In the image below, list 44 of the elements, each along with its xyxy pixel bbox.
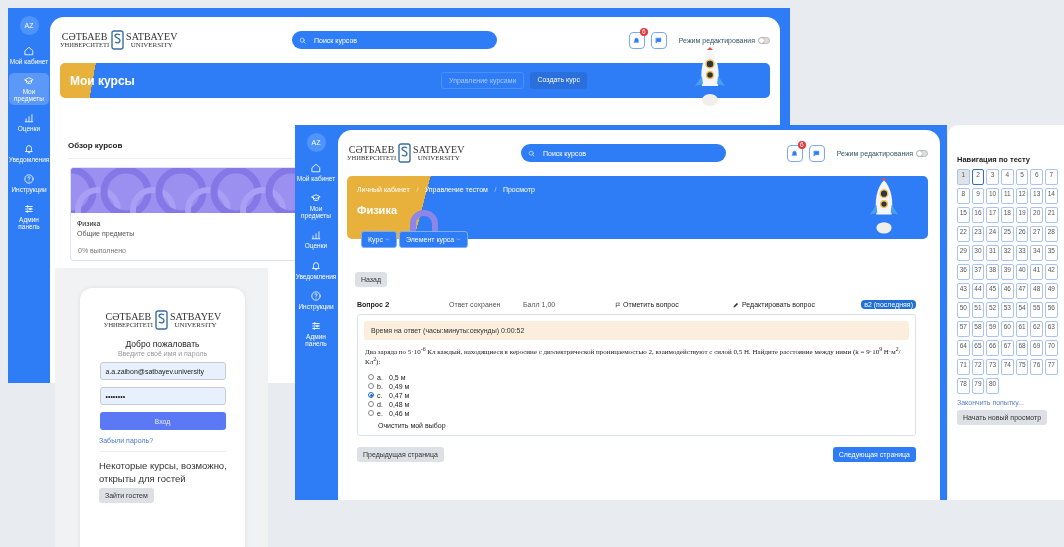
bell-icon (791, 149, 799, 157)
sliders-icon (311, 320, 321, 331)
question-circle-icon (24, 173, 34, 184)
chevron-down-icon (384, 237, 390, 242)
slash-icon (414, 186, 420, 193)
graduation-cap-icon (311, 193, 321, 204)
search-icon (299, 36, 306, 44)
slash-icon (492, 186, 498, 193)
bell-icon (633, 36, 641, 44)
pencil-icon (733, 301, 739, 308)
chevron-down-icon (456, 237, 462, 242)
shield-logo-icon (154, 310, 168, 330)
shield-logo-icon (111, 30, 125, 50)
logo-text: SATBAYEV (126, 31, 178, 42)
home-icon (24, 46, 34, 56)
search-icon (528, 149, 535, 157)
rocket-drawing (869, 177, 899, 234)
logo-text: SATBAYEV (413, 144, 465, 155)
bar-chart-icon (311, 230, 321, 241)
logo-text: СӘТБАЕВ (348, 144, 395, 155)
bell-icon (24, 143, 34, 154)
logo-text: SATBAYEV (169, 311, 222, 322)
logo-text: СӘТБАЕВ (61, 31, 108, 42)
chat-icon (813, 149, 821, 157)
messages-button[interactable] (650, 31, 667, 49)
section-title: Обзор курсов (68, 141, 123, 150)
chat-icon (655, 36, 663, 44)
shield-logo-icon (398, 143, 412, 163)
edit-mode-toggle[interactable] (758, 36, 770, 44)
login-title: Добро пожаловать (125, 339, 200, 349)
rocket-drawing (695, 47, 725, 106)
guest-info-text: Некоторые курсы, возможно, открыты для гостей (99, 460, 228, 486)
bar-chart-icon (24, 113, 34, 124)
question-circle-icon (311, 290, 321, 301)
radio-button[interactable] (368, 392, 374, 399)
graduation-cap-icon (24, 76, 34, 87)
messages-button[interactable] (808, 144, 825, 162)
flag-icon (615, 301, 621, 308)
home-icon (311, 163, 321, 173)
logo-text: СӘТБАЕВ (105, 311, 152, 322)
sliders-icon (24, 203, 34, 214)
edit-mode-toggle[interactable] (916, 149, 928, 157)
bell-icon (311, 260, 321, 271)
page-title: Физика (357, 204, 397, 216)
